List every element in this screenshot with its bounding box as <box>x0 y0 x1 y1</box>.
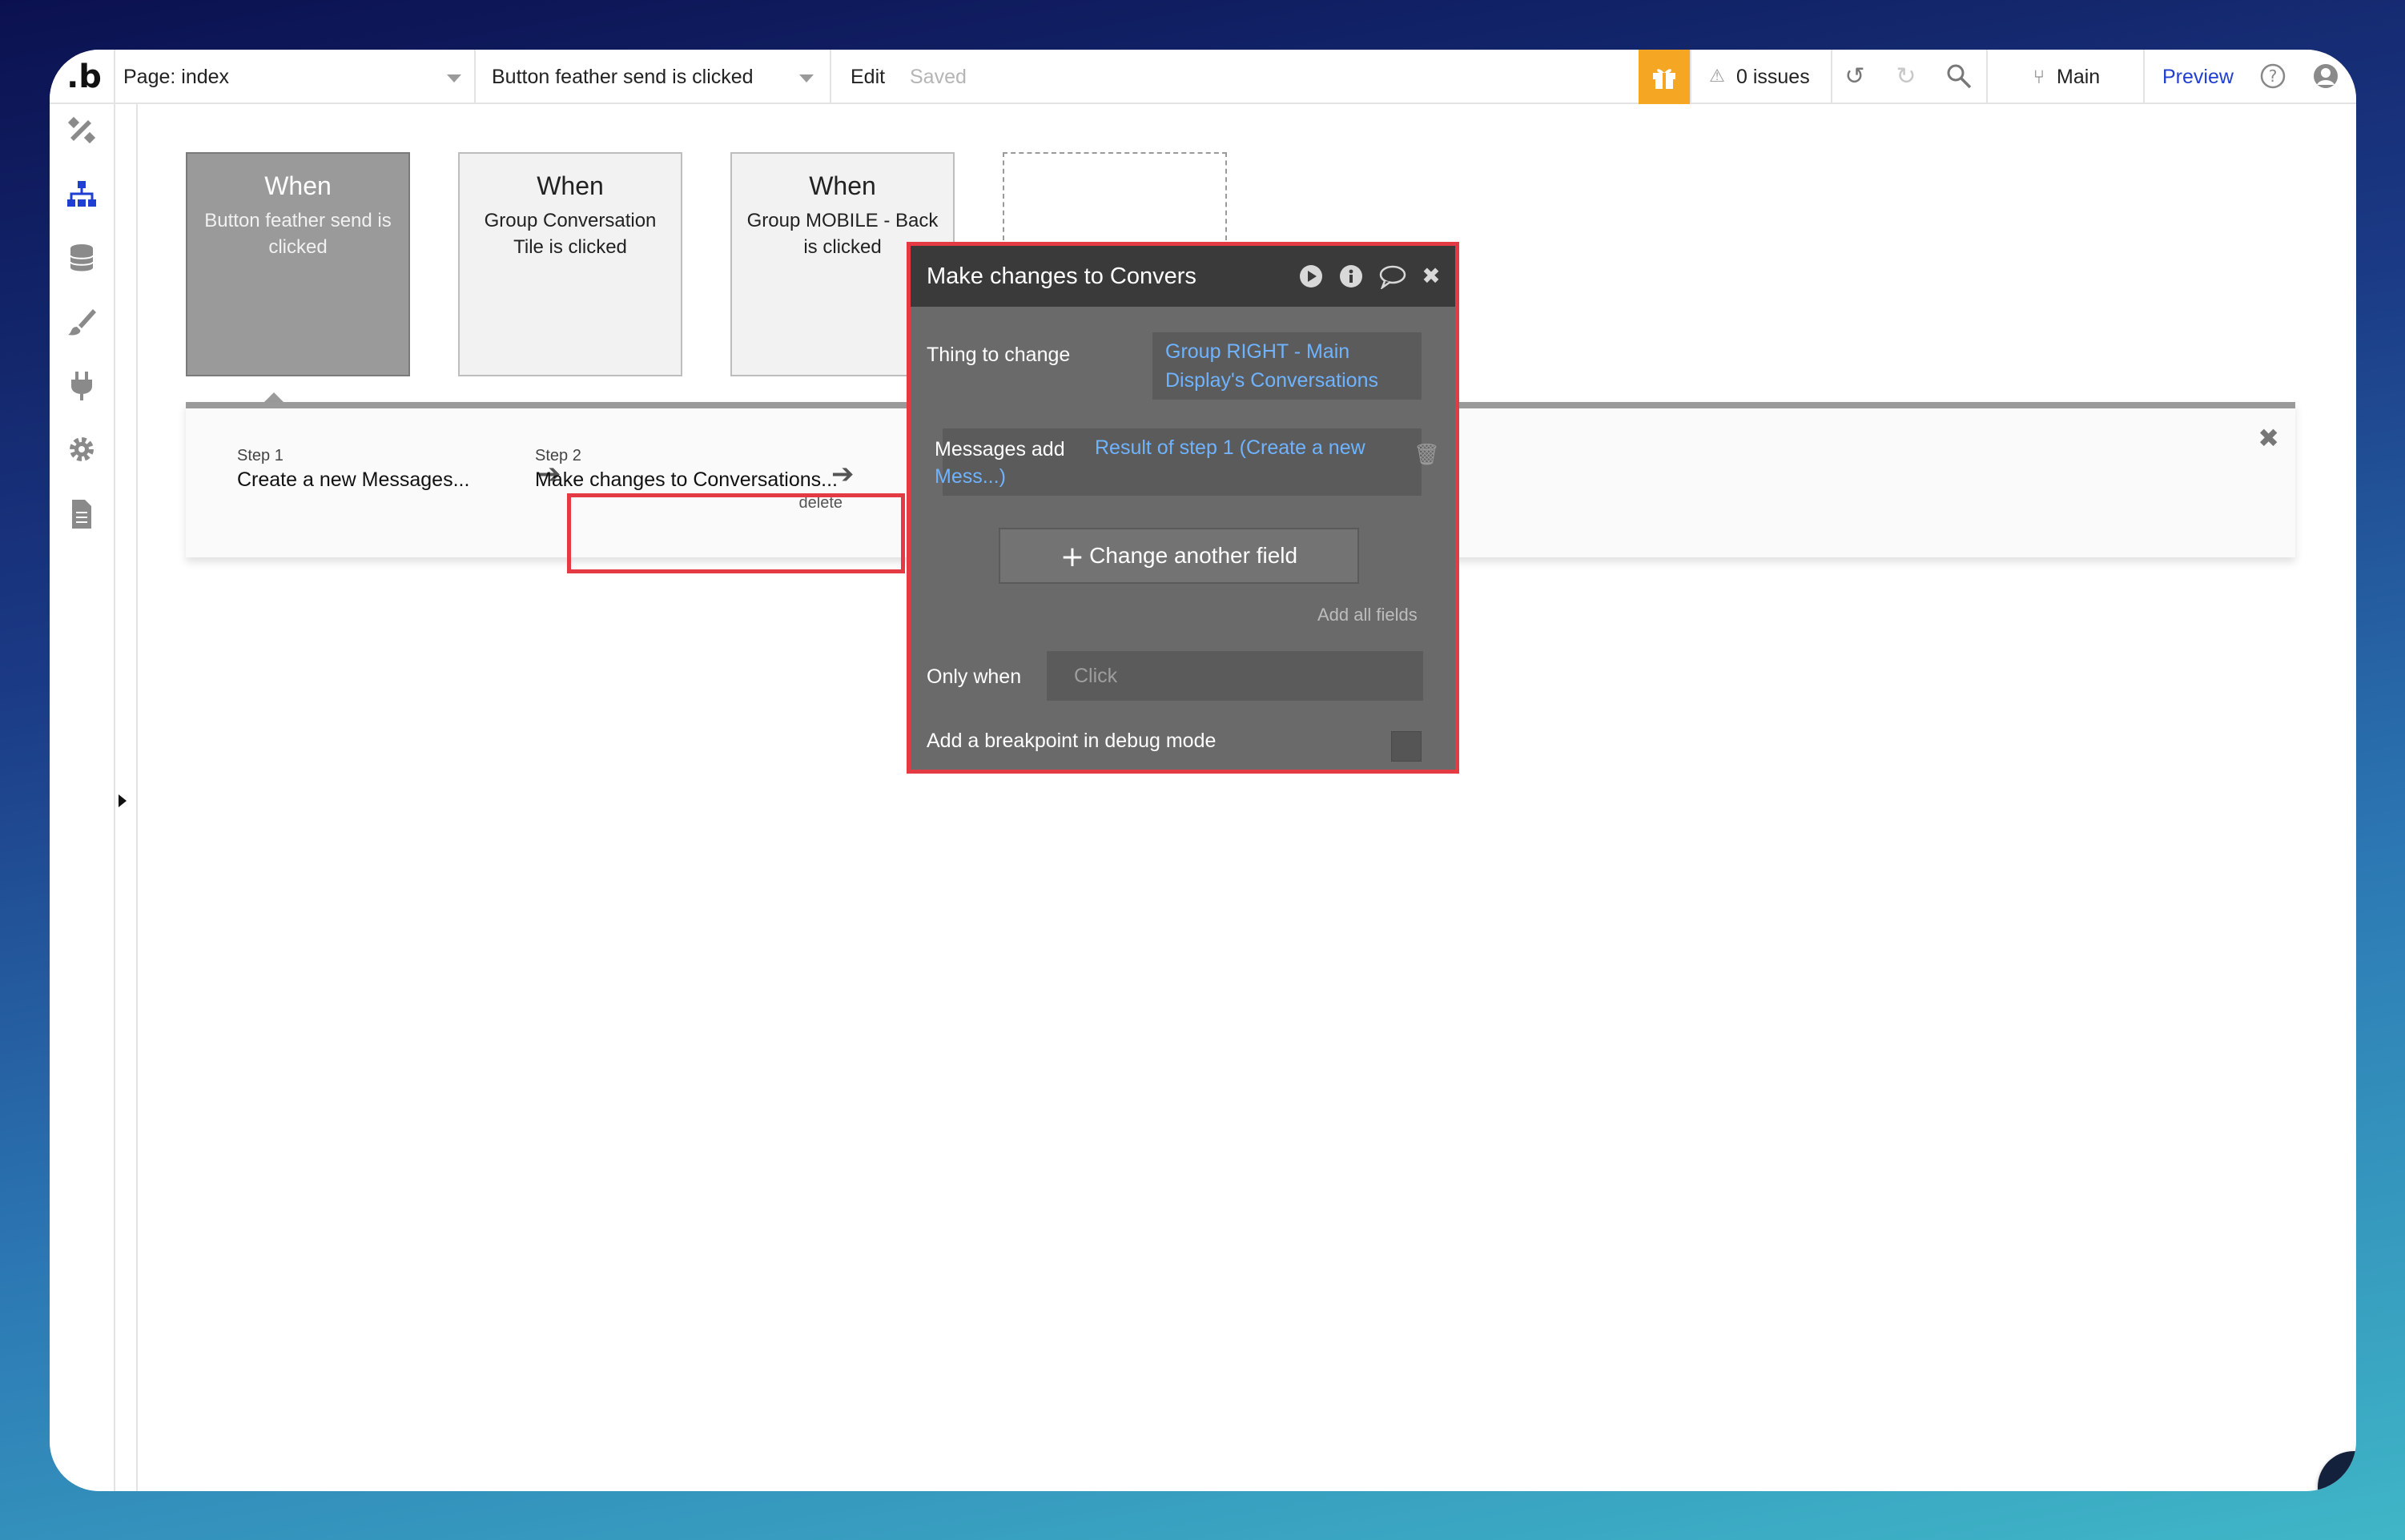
logs-icon[interactable] <box>64 498 99 533</box>
divider <box>1986 50 1988 104</box>
styles-icon[interactable] <box>64 306 99 341</box>
assistant-fab[interactable] <box>2318 1451 2356 1491</box>
arrow-right-icon: ➔ <box>831 458 855 490</box>
app-window: .b Page: index Button feather send is cl… <box>50 50 2356 1491</box>
property-editor-panel: Make changes to Convers ✖ Thing to chang… <box>907 242 1459 774</box>
page-selector[interactable]: Page: index <box>123 50 229 104</box>
divider <box>114 50 115 104</box>
chevrons-icon <box>2340 1472 2356 1491</box>
panel-header: Make changes to Convers ✖ <box>911 246 1455 307</box>
thing-to-change-value: Group RIGHT - Main <box>1165 340 1350 363</box>
messages-add-value[interactable]: Mess...) <box>935 462 1006 491</box>
design-icon[interactable] <box>64 114 99 149</box>
plugins-icon[interactable] <box>64 370 99 405</box>
event-selector[interactable]: Button feather send is clicked <box>492 50 754 104</box>
undo-icon[interactable]: ↺ <box>1840 62 1869 91</box>
workflow-icon[interactable] <box>64 178 99 213</box>
only-when-input[interactable]: Click <box>1047 651 1423 701</box>
divider <box>1831 50 1832 104</box>
saved-status: Saved <box>910 66 967 88</box>
gift-icon[interactable] <box>1639 50 1690 104</box>
branch-selector[interactable]: Main <box>2057 50 2100 104</box>
preview-button[interactable]: Preview <box>2162 50 2234 104</box>
svg-text:?: ? <box>2269 66 2278 86</box>
help-icon[interactable]: ? <box>2258 62 2287 91</box>
step-2-highlight <box>567 493 905 573</box>
change-another-field-label: Change another field <box>1089 543 1298 568</box>
event-when-label: When <box>537 171 604 200</box>
redo-icon[interactable]: ↻ <box>1892 62 1920 91</box>
data-icon[interactable] <box>64 242 99 277</box>
step-1[interactable]: Step 1 Create a new Messages... <box>237 447 469 492</box>
divider <box>474 50 476 104</box>
breakpoint-checkbox[interactable] <box>1391 731 1422 762</box>
event-card-group-conversation[interactable]: When Group Conversation Tile is clicked <box>458 152 682 376</box>
trash-icon[interactable]: 🗑 <box>1414 443 1440 467</box>
edit-menu[interactable]: Edit <box>851 50 885 104</box>
expand-panel-icon[interactable] <box>119 794 127 807</box>
event-description: Button feather send is clicked <box>204 210 392 258</box>
event-when-label: When <box>809 171 876 200</box>
event-selector-caret-icon[interactable] <box>799 74 814 82</box>
step-title: Create a new Messages... <box>237 468 470 491</box>
change-another-field-button[interactable]: + Change another field <box>999 528 1359 584</box>
step-number: Step 1 <box>237 447 284 464</box>
only-when-label: Only when <box>927 665 1022 688</box>
add-all-fields-link[interactable]: Add all fields <box>1317 605 1418 625</box>
close-icon[interactable]: ✖ <box>1418 263 1444 289</box>
event-card-button-send[interactable]: When Button feather send is clicked <box>186 152 410 376</box>
thing-to-change-label: Thing to change <box>927 344 1071 366</box>
thing-to-change-value: Display's Conversations <box>1165 369 1378 392</box>
issues-count[interactable]: 0 issues <box>1736 50 1810 104</box>
settings-icon[interactable] <box>64 434 99 469</box>
thing-to-change-field[interactable]: Group RIGHT - Main Display's Conversatio… <box>1152 332 1422 400</box>
panel-title: Make changes to Convers <box>927 263 1196 289</box>
add-event-placeholder[interactable] <box>1003 152 1227 240</box>
page-selector-caret-icon[interactable] <box>447 74 461 82</box>
comment-icon[interactable] <box>1378 263 1406 291</box>
event-description: Group Conversation Tile is clicked <box>484 210 657 258</box>
branch-icon: ⑂ <box>2033 66 2045 88</box>
close-icon[interactable]: ✖ <box>2258 423 2279 453</box>
play-icon[interactable] <box>1298 263 1324 289</box>
search-icon[interactable] <box>1945 62 1973 91</box>
divider <box>2143 50 2145 104</box>
bubble-logo[interactable]: .b <box>64 54 104 99</box>
breakpoint-label: Add a breakpoint in debug mode <box>927 730 1217 752</box>
left-sidebar <box>50 104 115 1491</box>
messages-add-label: Messages add <box>935 438 1065 460</box>
top-bar: .b Page: index Button feather send is cl… <box>50 50 2356 104</box>
messages-add-value[interactable]: Result of step 1 (Create a new <box>1095 433 1365 462</box>
divider <box>830 50 831 104</box>
event-when-label: When <box>264 171 332 200</box>
plus-icon: + <box>1060 540 1085 573</box>
account-icon[interactable] <box>2311 62 2340 91</box>
step-number: Step 2 <box>535 447 581 464</box>
divider <box>1690 50 1691 104</box>
step-title: Make changes to Conversations... <box>535 468 838 491</box>
info-icon[interactable] <box>1338 263 1364 289</box>
warning-icon: ⚠ <box>1709 66 1725 86</box>
